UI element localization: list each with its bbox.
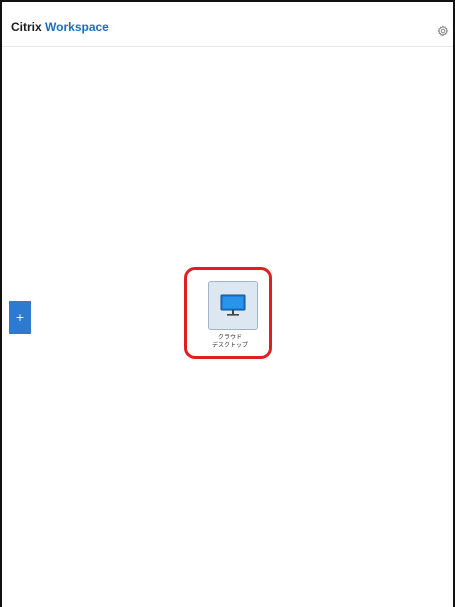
app-name-line1: クラウド [217,334,242,341]
brand-primary: Citrix [11,20,42,34]
plus-icon: + [15,311,25,324]
desktop-monitor-icon [220,294,246,322]
gear-icon[interactable] [437,22,449,37]
add-button[interactable]: + [9,301,31,334]
app-tile-cloud-desktop[interactable] [208,281,258,330]
app-name-line2: デスクトップ [211,342,248,349]
brand-secondary: Workspace [45,20,109,34]
top-bar: Citrix Workspace [2,2,453,47]
app-tile-label: クラウド デスクトップ [190,334,270,350]
app-title: Citrix Workspace [11,20,109,34]
